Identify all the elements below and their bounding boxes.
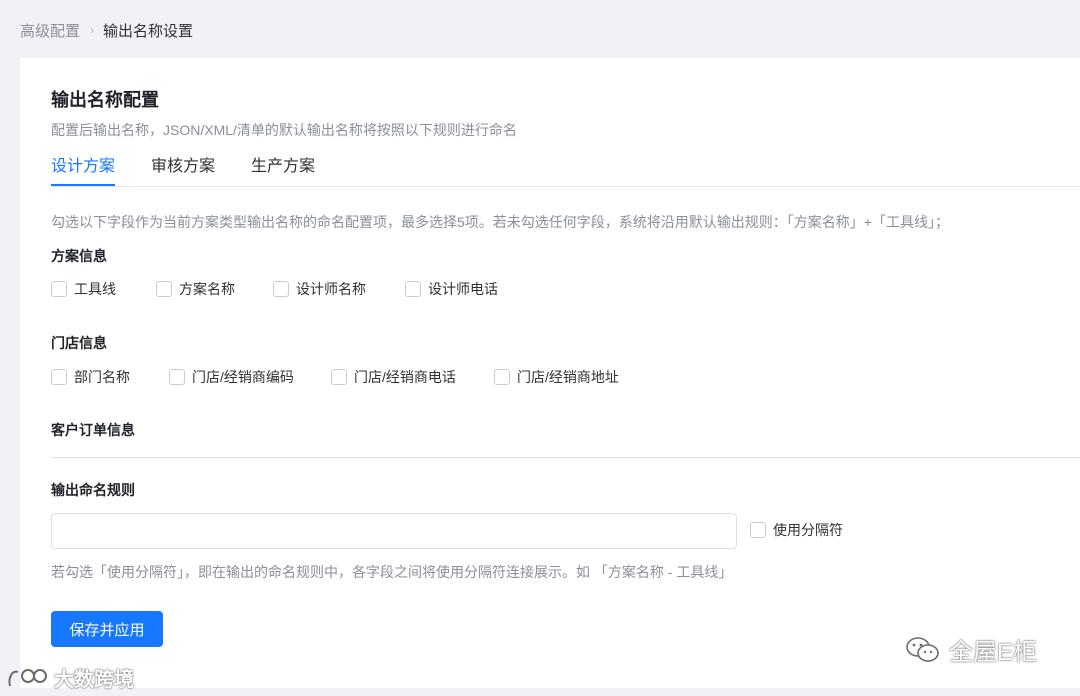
checkbox-designer-name[interactable]: 设计师名称 bbox=[273, 279, 405, 299]
section-title-scheme-info: 方案信息 bbox=[51, 248, 107, 264]
save-and-apply-button[interactable]: 保存并应用 bbox=[51, 611, 163, 647]
page-title: 输出名称配置 bbox=[51, 90, 159, 110]
breadcrumb-current: 输出名称设置 bbox=[103, 22, 194, 40]
checkbox-box[interactable] bbox=[750, 522, 766, 538]
checkbox-store-dealer-phone[interactable]: 门店/经销商电话 bbox=[331, 367, 494, 387]
checkbox-box[interactable] bbox=[51, 281, 67, 297]
checkbox-designer-phone[interactable]: 设计师电话 bbox=[405, 279, 498, 299]
checkbox-label: 工具线 bbox=[74, 281, 116, 297]
checkbox-label: 方案名称 bbox=[179, 281, 235, 297]
checkbox-box[interactable] bbox=[405, 281, 421, 297]
store-info-checkbox-group: 部门名称 门店/经销商编码 门店/经销商电话 门店/经销商地址 bbox=[51, 366, 619, 388]
brand-logo-icon bbox=[8, 668, 47, 686]
checkbox-box[interactable] bbox=[273, 281, 289, 297]
checkbox-label: 使用分隔符 bbox=[773, 522, 843, 538]
section-title-naming-rule: 输出命名规则 bbox=[51, 482, 135, 498]
tab-production-scheme[interactable]: 生产方案 bbox=[251, 150, 315, 186]
checkbox-use-separator[interactable]: 使用分隔符 bbox=[750, 520, 843, 540]
checkbox-label: 门店/经销商地址 bbox=[517, 369, 619, 385]
config-card: 输出名称配置 配置后输出名称，JSON/XML/清单的默认输出名称将按照以下规则… bbox=[20, 58, 1080, 688]
section-divider bbox=[51, 457, 1080, 458]
section-title-order-info: 客户订单信息 bbox=[51, 422, 135, 438]
checkbox-department-name[interactable]: 部门名称 bbox=[51, 367, 169, 387]
checkbox-store-dealer-address[interactable]: 门店/经销商地址 bbox=[494, 367, 619, 387]
breadcrumb-parent-link[interactable]: 高级配置 bbox=[20, 20, 80, 41]
wechat-watermark: 全屋E柜 bbox=[905, 632, 1037, 667]
checkbox-store-dealer-code[interactable]: 门店/经销商编码 bbox=[169, 367, 331, 387]
scheme-info-checkbox-group: 工具线 方案名称 设计师名称 设计师电话 bbox=[51, 278, 498, 300]
tab-review-scheme[interactable]: 审核方案 bbox=[151, 150, 215, 186]
checkbox-label: 门店/经销商电话 bbox=[354, 369, 456, 385]
breadcrumb: 高级配置 › 输出名称设置 bbox=[20, 18, 193, 42]
field-selection-hint: 勾选以下字段作为当前方案类型输出名称的命名配置项，最多选择5项。若未勾选任何字段… bbox=[51, 214, 949, 230]
wechat-icon bbox=[906, 636, 939, 662]
checkbox-box[interactable] bbox=[331, 369, 347, 385]
checkbox-tool-line[interactable]: 工具线 bbox=[51, 279, 156, 299]
watermark-text: 全屋E柜 bbox=[949, 639, 1038, 666]
breadcrumb-separator-icon: › bbox=[90, 23, 95, 37]
section-title-store-info: 门店信息 bbox=[51, 335, 107, 351]
brand-watermark: 大数跨境 bbox=[6, 663, 134, 692]
checkbox-box[interactable] bbox=[494, 369, 510, 385]
watermark-text: 大数跨境 bbox=[54, 669, 134, 691]
page-subtitle: 配置后输出名称，JSON/XML/清单的默认输出名称将按照以下规则进行命名 bbox=[51, 122, 517, 138]
checkbox-label: 门店/经销商编码 bbox=[192, 369, 294, 385]
separator-hint: 若勾选「使用分隔符」，即在输出的命名规则中，各字段之间将使用分隔符连接展示。如 … bbox=[51, 564, 733, 580]
checkbox-scheme-name[interactable]: 方案名称 bbox=[156, 279, 273, 299]
tab-design-scheme[interactable]: 设计方案 bbox=[51, 150, 116, 186]
checkbox-label: 设计师电话 bbox=[428, 281, 498, 297]
checkbox-box[interactable] bbox=[51, 369, 67, 385]
scheme-tabs: 设计方案 审核方案 生产方案 bbox=[51, 150, 1080, 187]
checkbox-box[interactable] bbox=[169, 369, 185, 385]
checkbox-label: 设计师名称 bbox=[296, 281, 366, 297]
checkbox-label: 部门名称 bbox=[74, 369, 130, 385]
naming-rule-input[interactable] bbox=[51, 513, 737, 549]
checkbox-box[interactable] bbox=[156, 281, 172, 297]
